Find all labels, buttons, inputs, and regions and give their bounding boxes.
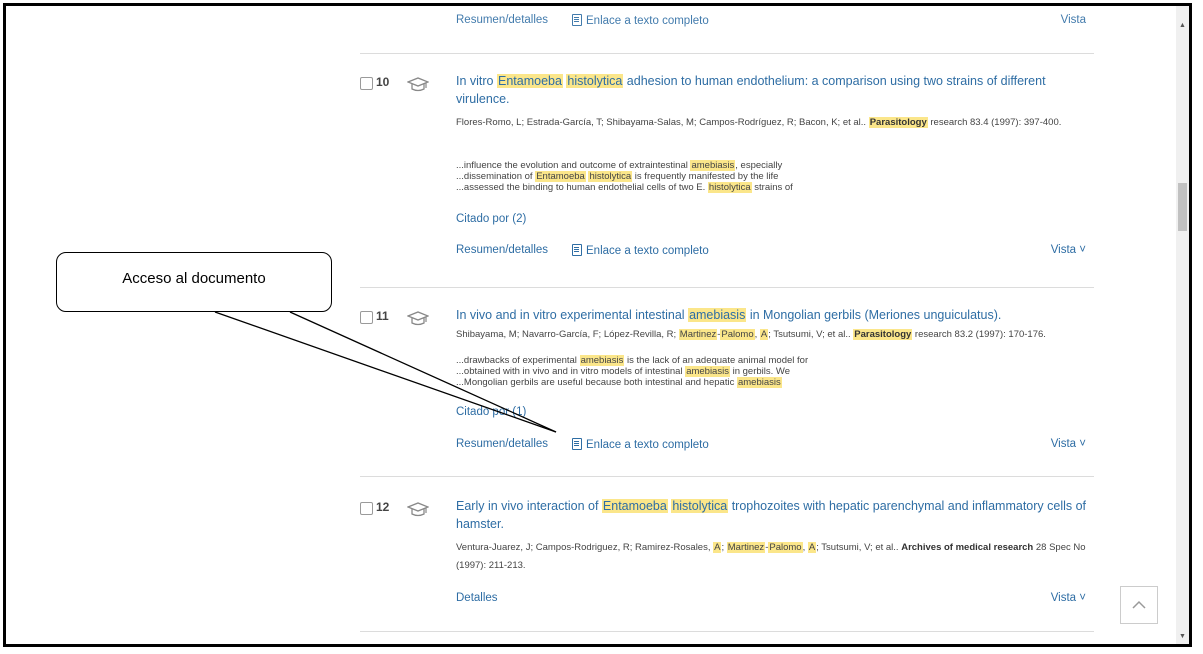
abstract-link-partial[interactable]: Resumen/detalles [456,14,548,26]
fulltext-link[interactable]: Enlace a texto completo [572,438,709,451]
fulltext-link[interactable]: Enlace a texto completo [572,244,709,257]
vista-partial[interactable]: Vista [1061,14,1086,26]
result-snippets: ...influence the evolution and outcome o… [456,160,793,193]
result-checkbox[interactable] [360,502,373,515]
result-title[interactable]: In vitro Entamoeba histolytica adhesion … [456,72,1096,108]
result-checkbox[interactable] [360,311,373,324]
result-title[interactable]: In vivo and in vitro experimental intest… [456,306,1096,324]
browser-viewport: Resumen/detalles Enlace a texto completo… [3,3,1192,647]
fulltext-link-partial[interactable]: Enlace a texto completo [572,14,709,27]
separator [360,631,1094,632]
chevron-up-icon [1132,600,1146,609]
scroll-up-arrow-icon[interactable]: ▲ [1179,22,1186,29]
vista-dropdown[interactable]: Vista ˅ [1051,244,1086,256]
result-authors: Ventura-Juarez, J; Campos-Rodriguez, R; … [456,542,1086,571]
graduation-cap-icon [407,77,429,92]
result-number: 10 [376,75,390,89]
graduation-cap-icon [407,311,429,326]
back-to-top-button[interactable] [1120,586,1158,624]
abstract-link[interactable]: Resumen/detalles [456,438,548,450]
abstract-link[interactable]: Resumen/detalles [456,244,548,256]
cited-by-link[interactable]: Citado por (1) [456,406,526,418]
separator [360,476,1094,477]
result-title[interactable]: Early in vivo interaction of Entamoeba h… [456,497,1096,533]
graduation-cap-icon [407,502,429,517]
details-link[interactable]: Detalles [456,592,498,604]
separator [360,287,1094,288]
annotation-callout: Acceso al documento [56,252,332,312]
result-authors: Shibayama, M; Navarro-García, F; López-R… [456,329,1046,340]
result-checkbox[interactable] [360,77,373,90]
result-number: 11 [376,309,389,323]
scrollbar-thumb[interactable] [1178,183,1187,231]
vista-dropdown[interactable]: Vista ˅ [1051,592,1086,604]
result-authors: Flores-Romo, L; Estrada-García, T; Shiba… [456,117,1062,128]
result-snippets: ...drawbacks of experimental amebiasis i… [456,355,809,388]
document-icon [572,438,582,450]
result-number: 12 [376,500,390,514]
document-icon [572,14,582,26]
vista-dropdown[interactable]: Vista ˅ [1051,438,1086,450]
vertical-scrollbar[interactable]: ▲ ▼ [1176,6,1189,644]
document-icon [572,244,582,256]
separator [360,53,1094,54]
cited-by-link[interactable]: Citado por (2) [456,213,526,225]
scroll-down-arrow-icon[interactable]: ▼ [1179,633,1186,640]
